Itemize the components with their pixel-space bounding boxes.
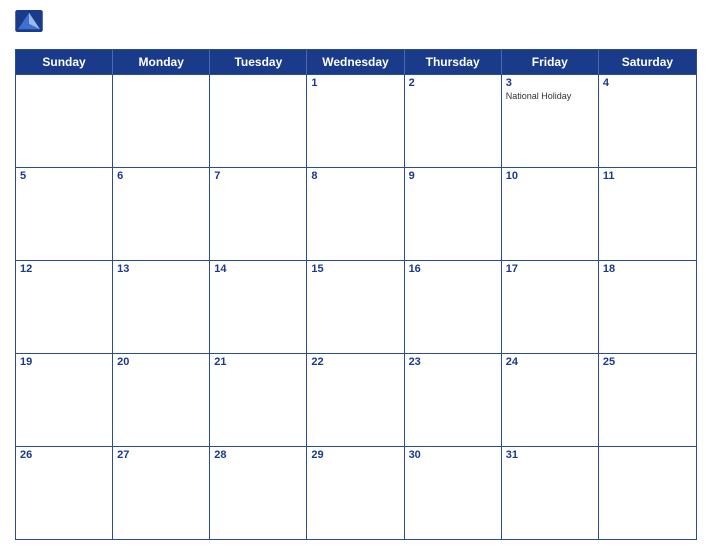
- day-number: 22: [311, 356, 399, 368]
- day-cell-25: 25: [599, 354, 696, 446]
- day-number: 25: [603, 356, 692, 368]
- weeks: 123National Holiday456789101112131415161…: [16, 74, 696, 539]
- day-number: 11: [603, 170, 692, 182]
- day-header-thursday: Thursday: [405, 50, 502, 74]
- day-cell-18: 18: [599, 261, 696, 353]
- logo-area: [15, 10, 43, 45]
- day-cell-empty-1: [113, 75, 210, 167]
- day-number: 19: [20, 356, 108, 368]
- day-number: 15: [311, 263, 399, 275]
- day-number: 3: [506, 77, 594, 89]
- day-number: 9: [409, 170, 497, 182]
- day-header-friday: Friday: [502, 50, 599, 74]
- week-row-0: 123 National Holiday 4: [16, 74, 696, 167]
- week-row-3: 19 20 21 22 23 24 25: [16, 353, 696, 446]
- day-cell-7: 7: [210, 168, 307, 260]
- day-cell-13: 13: [113, 261, 210, 353]
- day-cell-5: 5: [16, 168, 113, 260]
- day-number: 13: [117, 263, 205, 275]
- day-cell-12: 12: [16, 261, 113, 353]
- day-cell-24: 24: [502, 354, 599, 446]
- day-cell-8: 8: [307, 168, 404, 260]
- day-cell-23: 23: [405, 354, 502, 446]
- week-row-4: 26 27 28 29 30 31: [16, 446, 696, 539]
- day-cell-1: 1: [307, 75, 404, 167]
- day-number: 16: [409, 263, 497, 275]
- country-label: [617, 10, 697, 14]
- day-cell-9: 9: [405, 168, 502, 260]
- day-cell-11: 11: [599, 168, 696, 260]
- day-cell-15: 15: [307, 261, 404, 353]
- day-number: 23: [409, 356, 497, 368]
- logo-icon: [15, 10, 43, 32]
- day-number: 26: [20, 449, 108, 461]
- day-cell-17: 17: [502, 261, 599, 353]
- day-number: 30: [409, 449, 497, 461]
- day-header-tuesday: Tuesday: [210, 50, 307, 74]
- day-number: 6: [117, 170, 205, 182]
- day-cell-31: 31: [502, 447, 599, 539]
- day-number: 27: [117, 449, 205, 461]
- title-area: [43, 10, 617, 12]
- calendar-page: SundayMondayTuesdayWednesdayThursdayFrid…: [0, 0, 712, 550]
- day-number: 17: [506, 263, 594, 275]
- day-cell-21: 21: [210, 354, 307, 446]
- day-number: 29: [311, 449, 399, 461]
- day-cell-30: 30: [405, 447, 502, 539]
- day-cell-2: 2: [405, 75, 502, 167]
- day-number: 18: [603, 263, 692, 275]
- day-number: 12: [20, 263, 108, 275]
- day-cell-19: 19: [16, 354, 113, 446]
- day-cell-22: 22: [307, 354, 404, 446]
- week-row-2: 12 13 14 15 16 17 18: [16, 260, 696, 353]
- day-number: 31: [506, 449, 594, 461]
- day-number: 24: [506, 356, 594, 368]
- day-cell-empty-2: [210, 75, 307, 167]
- day-number: 8: [311, 170, 399, 182]
- holiday-label: National Holiday: [506, 91, 594, 102]
- day-number: 28: [214, 449, 302, 461]
- day-header-monday: Monday: [113, 50, 210, 74]
- day-cell-10: 10: [502, 168, 599, 260]
- day-headers: SundayMondayTuesdayWednesdayThursdayFrid…: [16, 50, 696, 74]
- day-number: 1: [311, 77, 399, 89]
- day-cell-29: 29: [307, 447, 404, 539]
- day-number: 5: [20, 170, 108, 182]
- header: [15, 10, 697, 45]
- day-header-saturday: Saturday: [599, 50, 696, 74]
- day-header-wednesday: Wednesday: [307, 50, 404, 74]
- day-number: 10: [506, 170, 594, 182]
- day-cell-16: 16: [405, 261, 502, 353]
- day-number: 20: [117, 356, 205, 368]
- day-cell-28: 28: [210, 447, 307, 539]
- day-cell-empty-0: [16, 75, 113, 167]
- day-number: 7: [214, 170, 302, 182]
- week-row-1: 56789 10 11: [16, 167, 696, 260]
- day-number: 2: [409, 77, 497, 89]
- day-number: 14: [214, 263, 302, 275]
- calendar-grid: SundayMondayTuesdayWednesdayThursdayFrid…: [15, 49, 697, 540]
- day-cell-14: 14: [210, 261, 307, 353]
- day-cell-4: 4: [599, 75, 696, 167]
- day-cell-6: 6: [113, 168, 210, 260]
- day-cell-27: 27: [113, 447, 210, 539]
- day-number: 4: [603, 77, 692, 89]
- day-header-sunday: Sunday: [16, 50, 113, 74]
- day-number: 21: [214, 356, 302, 368]
- day-cell-20: 20: [113, 354, 210, 446]
- day-cell-26: 26: [16, 447, 113, 539]
- day-cell-3: 3 National Holiday: [502, 75, 599, 167]
- day-cell-empty-6: [599, 447, 696, 539]
